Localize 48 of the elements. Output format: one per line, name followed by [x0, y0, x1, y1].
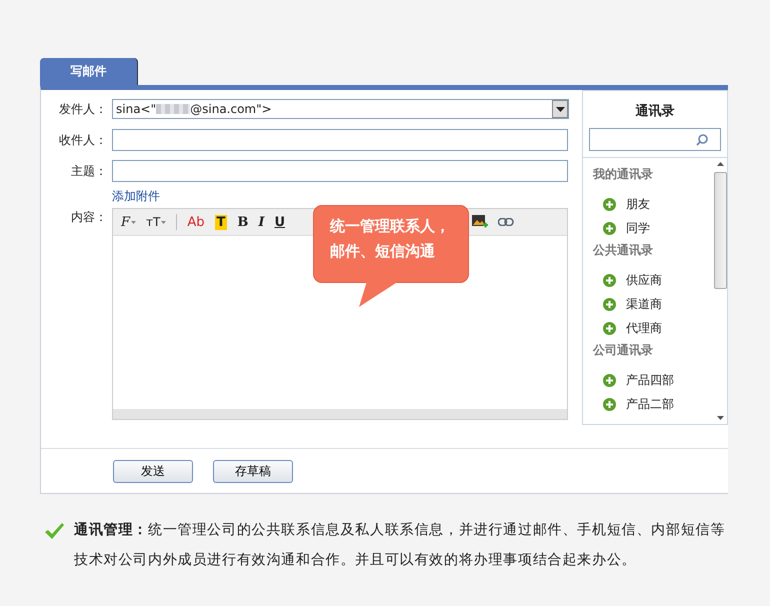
- panel-title: 通讯录: [634, 103, 676, 121]
- italic-button[interactable]: I: [258, 214, 264, 230]
- add-icon[interactable]: [603, 322, 616, 334]
- bold-button[interactable]: B: [237, 214, 248, 230]
- field-label: 收件人：: [58, 132, 108, 149]
- underline-button[interactable]: U: [274, 214, 286, 230]
- contact-group-item[interactable]: 产品二部: [626, 396, 674, 412]
- add-attachment-link[interactable]: 添加附件: [112, 188, 160, 204]
- add-icon[interactable]: [603, 274, 616, 286]
- action-button[interactable]: 存草稿: [213, 460, 293, 482]
- font-button[interactable]: F: [121, 214, 136, 230]
- field-label: 发件人：: [58, 101, 108, 118]
- caret-icon[interactable]: [131, 220, 136, 224]
- scroll-down-arrow-icon[interactable]: [717, 416, 724, 420]
- group-heading: 我的通讯录: [593, 166, 654, 183]
- tooltip-tail: [359, 281, 399, 307]
- add-icon[interactable]: [603, 198, 616, 210]
- contact-group-item[interactable]: 同学: [626, 220, 650, 236]
- sender-select[interactable]: sina<" @sina.com">: [112, 99, 569, 119]
- image-add-icon[interactable]: [472, 215, 488, 229]
- contact-group-item[interactable]: 产品四部: [626, 372, 674, 388]
- add-icon[interactable]: [603, 374, 616, 386]
- check-icon: [44, 522, 64, 540]
- action-button[interactable]: 发送: [113, 460, 193, 482]
- add-icon[interactable]: [603, 398, 616, 410]
- group-heading: 公共通讯录: [593, 242, 654, 259]
- recipient-field[interactable]: [112, 129, 568, 151]
- contact-group-item[interactable]: 代理商: [626, 320, 662, 336]
- add-icon[interactable]: [603, 222, 616, 234]
- search-icon[interactable]: [696, 134, 708, 146]
- scrollbar-thumb[interactable]: [714, 172, 727, 289]
- description-text: 通讯管理：统一管理公司的公共联系信息及私人联系信息，并进行通过邮件、手机短信、内部短信等技术对公司内外成员进行有效沟通和合作。并且可以有效的将办理事项结合起来办公。: [74, 521, 726, 570]
- link-icon[interactable]: [498, 218, 514, 226]
- tab[interactable]: 写邮件: [40, 58, 137, 85]
- field-label: 内容：: [70, 209, 108, 226]
- contact-group-item[interactable]: 供应商: [626, 272, 662, 288]
- scroll-up-arrow-icon[interactable]: [717, 162, 724, 166]
- contact-group-item[interactable]: 朋友: [626, 196, 650, 212]
- search-field[interactable]: [589, 128, 721, 151]
- highlight-button[interactable]: T: [214, 214, 228, 230]
- field-label: 主题：: [70, 163, 108, 180]
- subject-field[interactable]: [112, 160, 568, 182]
- contact-group-item[interactable]: 渠道商: [626, 296, 662, 312]
- group-heading: 公司通讯录: [593, 342, 654, 359]
- add-icon[interactable]: [603, 298, 616, 310]
- caret-icon[interactable]: [161, 220, 166, 224]
- font-size-button[interactable]: тT: [146, 215, 166, 229]
- text-color-button[interactable]: Ab: [187, 214, 205, 230]
